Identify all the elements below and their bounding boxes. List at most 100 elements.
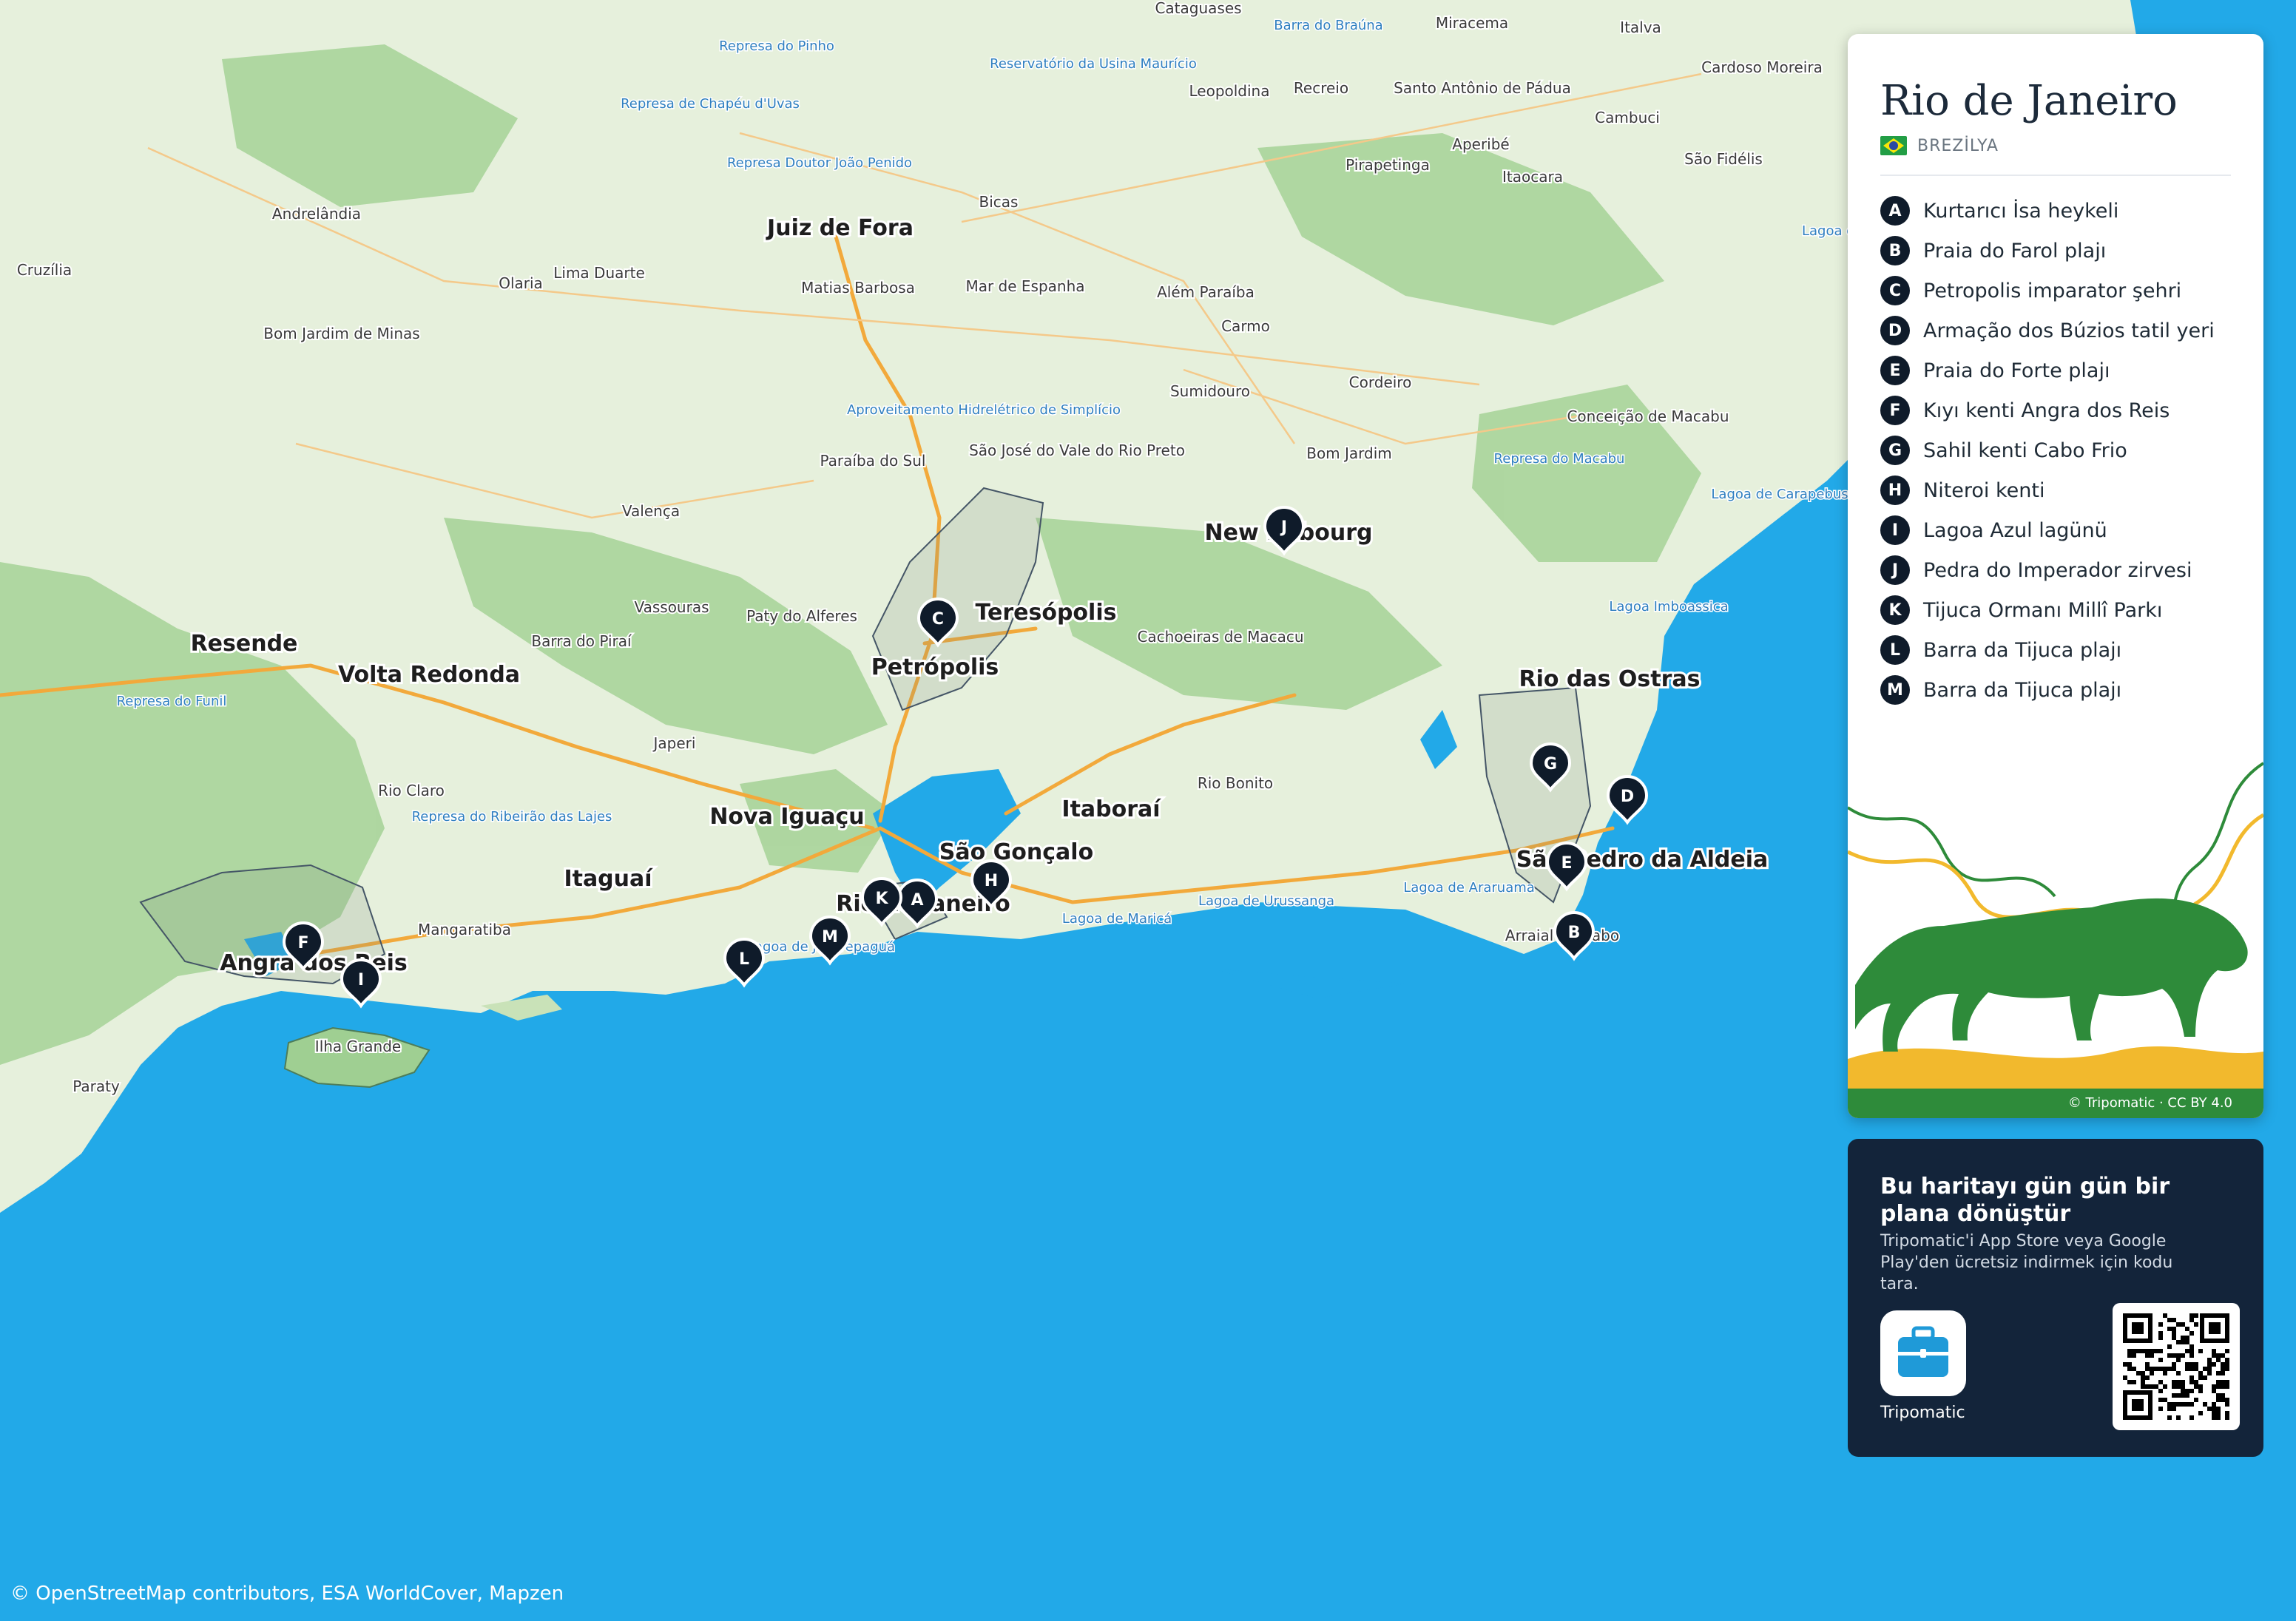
town-label: Japeri (652, 734, 696, 752)
poi-item-f[interactable]: F Kıyı kenti Angra dos Reis (1880, 390, 2215, 430)
app-name: Tripomatic (1880, 1404, 1965, 1422)
town-label: Aperibé (1452, 135, 1509, 153)
marker-letter: M (822, 928, 838, 947)
city-label: Volta Redonda (338, 662, 520, 688)
town-label: Cataguases (1155, 0, 1241, 17)
poi-badge: E (1880, 356, 1910, 385)
qr-code[interactable] (2113, 1303, 2240, 1430)
poi-item-k[interactable]: K Tijuca Ormanı Millî Parkı (1880, 590, 2215, 630)
poi-badge: K (1880, 595, 1910, 625)
poi-badge: J (1880, 555, 1910, 585)
marker-letter: I (358, 971, 364, 989)
poi-item-d[interactable]: D Armação dos Búzios tatil yeri (1880, 311, 2215, 351)
town-label: Bom Jardim de Minas (263, 325, 419, 342)
marker-letter: E (1561, 854, 1572, 873)
city-label: Juiz de Fora (766, 215, 914, 241)
town-label: Paraty (72, 1077, 120, 1095)
town-label: Ilha Grande (315, 1038, 401, 1055)
poi-item-j[interactable]: J Pedra do Imperador zirvesi (1880, 550, 2215, 590)
brazil-flag-icon (1880, 136, 1907, 155)
water-label: Represa de Chapéu d'Uvas (621, 96, 800, 112)
poi-item-i[interactable]: I Lagoa Azul lagünü (1880, 510, 2215, 550)
promo-text: Tripomatic'i App Store veya Google Play'… (1880, 1232, 2173, 1293)
city-label: Teresópolis (976, 600, 1117, 626)
town-label: Bom Jardim (1306, 444, 1392, 462)
poi-name: Barra da Tijuca plajı (1923, 678, 2122, 702)
poi-name: Armação dos Búzios tatil yeri (1923, 319, 2215, 342)
poi-badge: F (1880, 396, 1910, 425)
town-label: Matias Barbosa (801, 279, 915, 297)
town-label: Carmo (1221, 317, 1270, 335)
town-label: Conceição de Macabu (1567, 407, 1729, 425)
poi-name: Kıyı kenti Angra dos Reis (1923, 399, 2170, 422)
poi-item-c[interactable]: C Petropolis imparator şehri (1880, 271, 2215, 311)
city-label: São Gonçalo (939, 839, 1093, 865)
map-attribution: © OpenStreetMap contributors, ESA WorldC… (10, 1583, 564, 1605)
town-label: Italva (1620, 18, 1661, 36)
app-promo-card: Bu haritayı gün gün bir plana dönüştür T… (1848, 1139, 2263, 1457)
marker-letter: A (911, 891, 923, 910)
town-label: Além Paraíba (1157, 283, 1255, 301)
poi-name: Sahil kenti Cabo Frio (1923, 439, 2127, 462)
town-label: Andrelândia (272, 205, 361, 223)
credit-text: © Tripomatic · CC BY 4.0 (2067, 1095, 2232, 1111)
marker-letter: F (297, 934, 308, 952)
marker-letter: G (1544, 755, 1557, 774)
water-label: Represa do Ribeirão das Lajes (412, 809, 612, 825)
water-label: Lagoa de Araruama (1403, 880, 1535, 896)
poi-item-l[interactable]: L Barra da Tijuca plajı (1880, 630, 2215, 670)
jaguar-silhouette (1855, 898, 2248, 1052)
water-label: Lagoa de Urussanga (1198, 893, 1334, 909)
town-label: São José do Vale do Rio Preto (969, 441, 1185, 459)
water-label: Lagoa de Carapebus (1711, 487, 1848, 502)
city-label: Itaboraí (1061, 796, 1161, 822)
water-label: Represa do Pinho (719, 38, 834, 54)
town-label: Bicas (979, 193, 1019, 211)
water-label: Reservatório da Usina Maurício (990, 56, 1197, 72)
poi-name: Pedra do Imperador zirvesi (1923, 558, 2192, 582)
water-label: Barra do Braúna (1274, 18, 1382, 33)
poi-name: Lagoa Azul lagünü (1923, 518, 2107, 542)
poi-item-b[interactable]: B Praia do Farol plajı (1880, 231, 2215, 271)
poi-name: Petropolis imparator şehri (1923, 279, 2182, 302)
town-label: Cordeiro (1349, 373, 1412, 391)
poi-badge: L (1880, 635, 1910, 665)
water-label: Represa do Macabu (1494, 451, 1625, 467)
marker-letter: L (739, 950, 749, 969)
poi-item-e[interactable]: E Praia do Forte plajı (1880, 351, 2215, 390)
poi-badge: B (1880, 236, 1910, 265)
town-label: Barra do Piraí (531, 632, 632, 650)
town-label: Mar de Espanha (965, 277, 1084, 295)
city-label: Rio das Ostras (1519, 666, 1700, 692)
poi-item-g[interactable]: G Sahil kenti Cabo Frio (1880, 430, 2215, 470)
poi-badge: C (1880, 276, 1910, 305)
town-label: Mangaratiba (418, 921, 511, 938)
marker-letter: D (1621, 788, 1634, 806)
town-label: Valença (622, 502, 680, 520)
poi-badge: D (1880, 316, 1910, 345)
poi-item-h[interactable]: H Niteroi kenti (1880, 470, 2215, 510)
city-label: Resende (191, 631, 298, 657)
poi-badge: G (1880, 436, 1910, 465)
poi-badge: H (1880, 476, 1910, 505)
town-label: Rio Bonito (1198, 774, 1273, 792)
town-label: Vassouras (634, 598, 709, 616)
town-label: Pirapetinga (1345, 156, 1430, 174)
poi-item-a[interactable]: A Kurtarıcı İsa heykeli (1880, 191, 2215, 231)
poi-name: Praia do Forte plajı (1923, 359, 2110, 382)
town-label: Santo Antônio de Pádua (1394, 79, 1571, 97)
town-label: Olaria (499, 274, 543, 292)
poi-badge: I (1880, 515, 1910, 545)
country-row: BREZİLYA (1880, 136, 1999, 155)
marker-letter: C (932, 610, 944, 629)
app-icon[interactable] (1880, 1310, 1966, 1396)
suitcase-icon (1898, 1326, 1948, 1377)
water-label: Aproveitamento Hidrelétrico de Simplício (847, 402, 1121, 418)
town-label: Cambuci (1595, 109, 1660, 126)
town-label: Rio Claro (378, 782, 445, 799)
poi-name: Barra da Tijuca plajı (1923, 638, 2122, 662)
water-label: Lagoa de Maricá (1062, 911, 1172, 927)
marker-letter: H (985, 872, 998, 890)
town-label: São Fidélis (1684, 150, 1763, 168)
jaguar-illustration (1848, 762, 2263, 1118)
